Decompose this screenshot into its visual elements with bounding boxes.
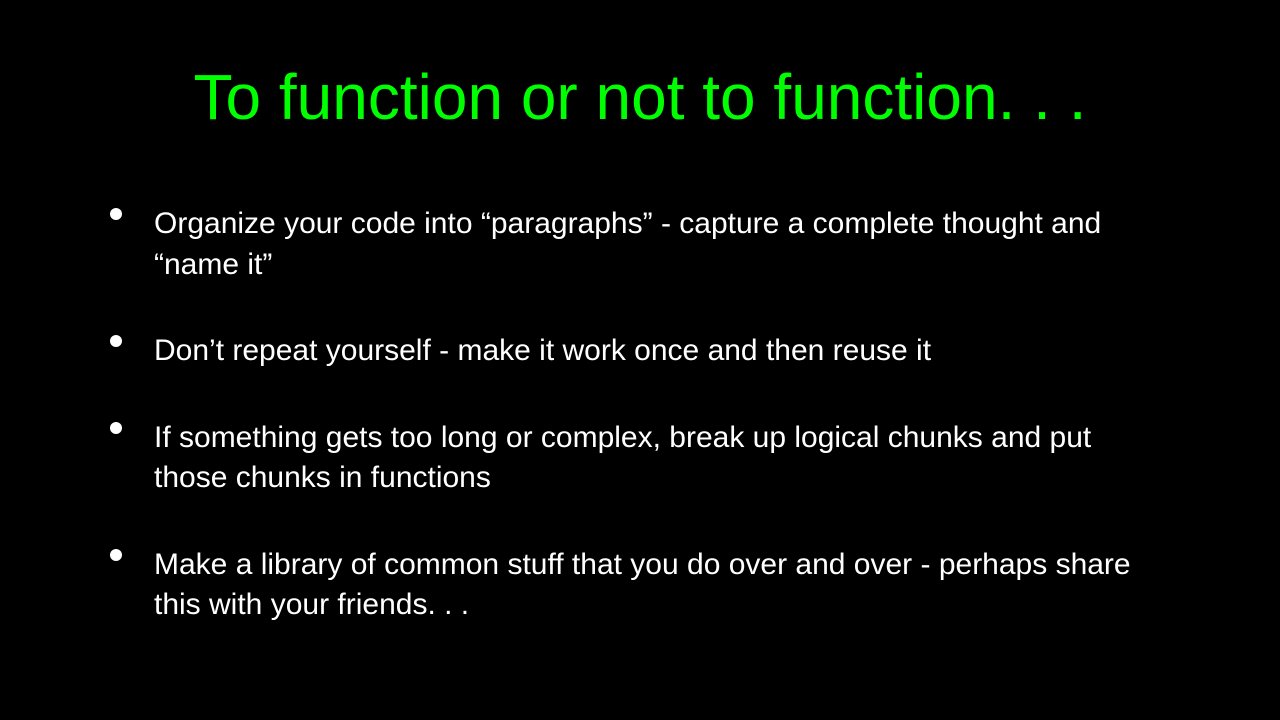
slide-title: To function or not to function. . . xyxy=(90,60,1190,134)
bullet-list: Organize your code into “paragraphs” - c… xyxy=(110,204,1170,626)
bullet-item: If something gets too long or complex, b… xyxy=(110,418,1170,499)
bullet-item: Make a library of common stuff that you … xyxy=(110,545,1170,626)
bullet-item: Organize your code into “paragraphs” - c… xyxy=(110,204,1170,285)
bullet-item: Don’t repeat yourself - make it work onc… xyxy=(110,331,1170,372)
slide: To function or not to function. . . Orga… xyxy=(0,0,1280,720)
